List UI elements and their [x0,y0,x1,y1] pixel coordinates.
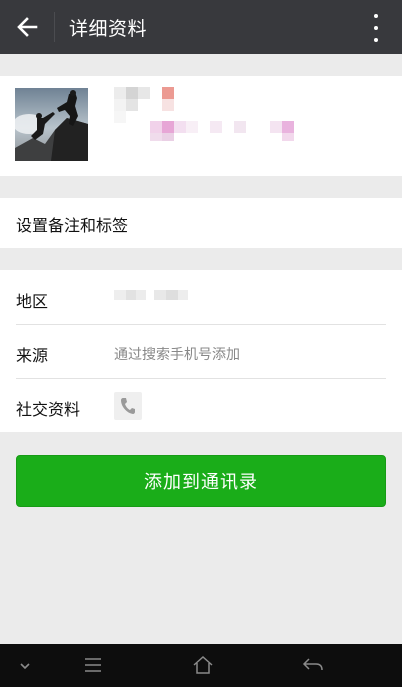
page-title: 详细资料 [69,17,148,40]
arrow-left-icon [17,17,38,37]
header-divider [54,12,55,42]
menu-icon[interactable] [83,656,103,674]
more-button[interactable] [368,14,384,42]
row-divider [16,324,386,325]
remark-tag-row[interactable]: 设置备注和标签 [0,198,402,248]
phone-icon [121,398,135,414]
avatar-photo-icon [15,88,88,161]
top-bar: 详细资料 [0,0,402,54]
back-icon[interactable] [302,656,324,674]
row-divider [16,378,386,379]
add-to-contacts-button[interactable]: 添加到通讯录 [16,455,386,507]
info-card: 地区 来源 通过搜索手机号添加 社交资料 [0,270,402,432]
social-profile-label: 社交资料 [16,400,81,419]
more-vertical-icon [374,26,378,30]
home-icon[interactable] [192,655,214,675]
chevron-down-icon[interactable] [19,661,31,671]
more-vertical-icon [374,38,378,42]
source-label: 来源 [16,346,49,365]
avatar[interactable] [15,88,88,161]
profile-card[interactable] [0,76,402,176]
region-label: 地区 [16,292,49,311]
source-value: 通过搜索手机号添加 [114,347,240,363]
remark-tag-label: 设置备注和标签 [16,216,129,235]
back-button[interactable] [0,0,54,54]
more-vertical-icon [374,14,378,18]
system-nav-bar [0,644,402,687]
social-phone-button[interactable] [114,392,142,420]
